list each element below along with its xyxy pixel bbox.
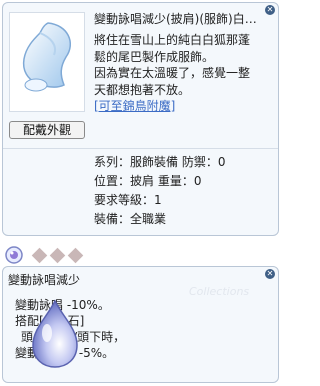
- collections-watermark: Collections: [189, 285, 250, 298]
- item-title: 變動詠唱減少(披肩)(服飾)白狐尾巴: [94, 12, 266, 26]
- item-info-window: ✕ 變動詠唱減少(披肩)(服飾)白狐尾巴 配戴外觀 將住在雪山上的純白白狐那蓬 …: [2, 2, 279, 236]
- card-slot-bar: [0, 238, 283, 266]
- divider: [3, 148, 278, 149]
- water-drop-icon: [32, 299, 78, 368]
- item-stats: 系列：服飾裝備 防禦：0 位置：披肩 重量：0 要求等級：1 裝備：全職業: [94, 153, 274, 229]
- stat-level: 要求等級：1: [94, 193, 162, 207]
- card-slot-icon[interactable]: [31, 247, 48, 264]
- stat-series: 系列：服飾裝備 防禦：0: [94, 155, 226, 169]
- close-icon[interactable]: ✕: [265, 269, 275, 279]
- enchant-link[interactable]: [可至錦鳥附魔]: [94, 98, 274, 115]
- card-slot-icon[interactable]: [67, 247, 84, 264]
- wear-appearance-button[interactable]: 配戴外觀: [9, 121, 85, 139]
- enchant-info-window: ✕ 變動詠唱減少 Collections 變動詠唱 -10%。 搭配[變詠石] …: [2, 266, 279, 383]
- gem-icon[interactable]: [4, 245, 24, 265]
- stat-equip: 裝備：全職業: [94, 212, 167, 226]
- fox-tail-icon: [22, 22, 71, 92]
- card-slot-icon[interactable]: [49, 247, 66, 264]
- close-icon[interactable]: ✕: [265, 5, 275, 15]
- item-image: [9, 12, 85, 112]
- item-description: 將住在雪山上的純白白狐那蓬 鬆的尾巴製作成服飾。 因為實在太溫暖了，感覺一整 天…: [94, 32, 274, 115]
- stat-position: 位置：披肩 重量：0: [94, 174, 202, 188]
